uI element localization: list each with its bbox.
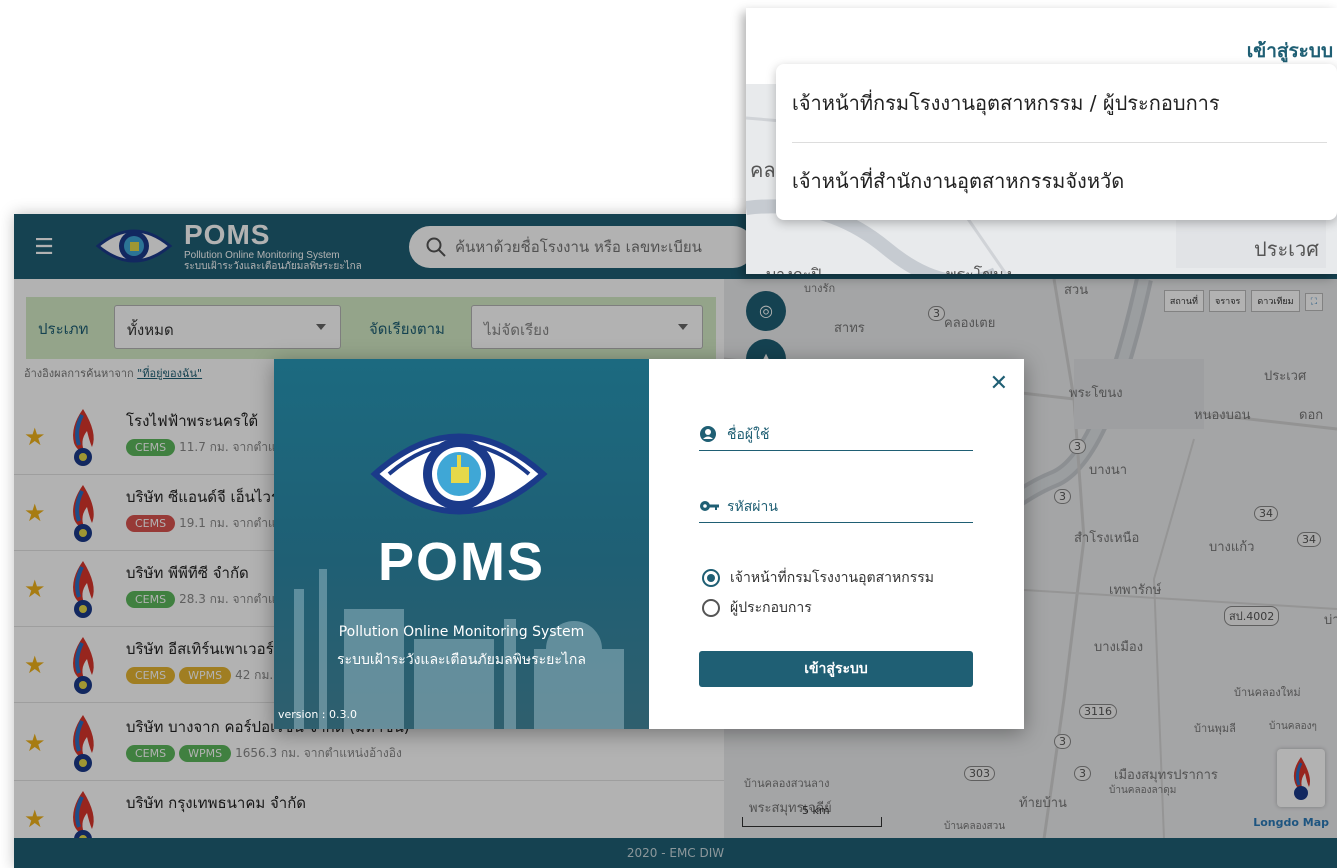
login-dropdown-callout: เข้าสู่ระบบ คล ประเวศ บางกะปิ พระโขนง เจ… (746, 8, 1337, 274)
role-radio-officer[interactable]: เจ้าหน้าที่กรมโรงงานอุตสาหกรรม (702, 567, 934, 589)
role-radio-operator[interactable]: ผู้ประกอบการ (702, 597, 812, 619)
callout-map-label: พระโขนง (946, 263, 1012, 274)
callout-map-label: บางกะปิ (766, 263, 821, 274)
login-role-dropdown: เจ้าหน้าที่กรมโรงงานอุตสาหกรรม / ผู้ประก… (776, 64, 1337, 220)
login-brand-english: Pollution Online Monitoring System (338, 624, 585, 640)
login-brand-thai: ระบบเฝ้าระวังและเตือนภัยมลพิษระยะไกล (337, 652, 586, 668)
login-link[interactable]: เข้าสู่ระบบ (1247, 36, 1333, 66)
username-field (699, 421, 973, 451)
login-modal: POMS Pollution Online Monitoring System … (274, 359, 1024, 729)
role-label: ผู้ประกอบการ (730, 600, 812, 616)
login-submit-button[interactable]: เข้าสู่ระบบ (699, 651, 973, 687)
poms-eye-logo (370, 433, 548, 515)
login-brand-panel: POMS Pollution Online Monitoring System … (274, 359, 649, 729)
password-field (699, 493, 973, 523)
login-form-panel: ✕ เจ้าหน้าที่กรมโ (649, 359, 1024, 729)
callout-map-label: คล (750, 158, 776, 182)
app-version: version : 0.3.0 (278, 708, 357, 721)
page: ☰ POMS Pollution Online Monitoring Syste… (0, 0, 1337, 868)
login-brand-title: POMS (377, 532, 546, 592)
callout-map-label: ประเวศ (1254, 237, 1319, 261)
role-label: เจ้าหน้าที่กรมโรงงานอุตสาหกรรม (730, 570, 934, 586)
password-input[interactable] (727, 493, 967, 521)
user-icon (700, 426, 716, 442)
dropdown-item-diw-officer[interactable]: เจ้าหน้าที่กรมโรงงานอุตสาหกรรม / ผู้ประก… (776, 64, 1337, 142)
key-icon (700, 501, 719, 511)
close-icon[interactable]: ✕ (990, 371, 1008, 396)
radio-unselected-icon[interactable] (702, 599, 720, 617)
username-input[interactable] (727, 421, 967, 449)
dropdown-item-provincial-officer[interactable]: เจ้าหน้าที่สำนักงานอุตสาหกรรมจังหวัด (776, 142, 1337, 220)
radio-selected-icon[interactable] (702, 569, 720, 587)
